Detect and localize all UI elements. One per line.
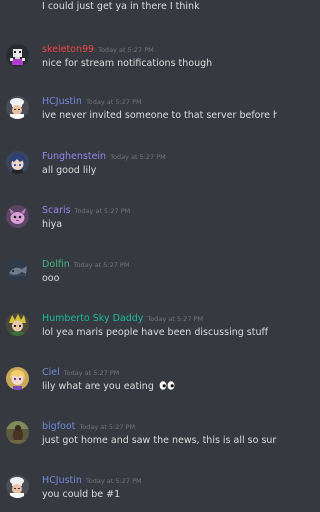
pink-creature-avatar[interactable] xyxy=(6,205,29,228)
message-group: Humberto Sky Daddy Today at 5:27 PM lol … xyxy=(0,313,277,359)
timestamp: Today at 5:27 PM xyxy=(63,369,120,377)
chef-avatar[interactable] xyxy=(6,475,29,498)
message-group: HCJustin Today at 5:27 PM you could be #… xyxy=(0,475,277,512)
message-text: just got home and saw the news, this is … xyxy=(42,435,277,446)
username[interactable]: Humberto Sky Daddy xyxy=(42,313,143,324)
timestamp: Today at 5:27 PM xyxy=(79,423,136,431)
message-text: nice for stream notifications though xyxy=(42,58,213,69)
anime-character-avatar[interactable] xyxy=(6,313,29,336)
anime-blue-hair-avatar[interactable] xyxy=(6,151,29,174)
message-text: ooo xyxy=(42,273,60,284)
username[interactable]: Dolfin xyxy=(42,259,70,270)
blonde-anime-avatar[interactable] xyxy=(6,367,29,390)
message-group: Ciel Today at 5:27 PM lily what are you … xyxy=(0,367,277,413)
chat-message-list[interactable]: I could just get ya in there I think ske… xyxy=(0,0,277,512)
message-group: HCJustin Today at 5:27 PM ive never invi… xyxy=(0,96,277,142)
username[interactable]: Scaris xyxy=(42,205,71,216)
message-group: Dolfin Today at 5:27 PM ooo xyxy=(0,259,277,305)
message-content: lily what are you eating xyxy=(42,381,175,392)
message-text: ive never invited someone to that server… xyxy=(42,110,277,121)
message-group: bigfoot Today at 5:27 PM just got home a… xyxy=(0,421,277,467)
message-text: all good lily xyxy=(42,165,97,176)
username[interactable]: Funghenstein xyxy=(42,151,106,162)
message-text: lol yea maris people have been discussin… xyxy=(42,327,269,338)
timestamp: Today at 5:27 PM xyxy=(85,477,142,485)
timestamp: Today at 5:27 PM xyxy=(85,98,142,106)
message-text: lily what are you eating xyxy=(42,381,154,392)
timestamp: Today at 5:27 PM xyxy=(110,153,166,161)
message-text: you could be #1 xyxy=(42,489,121,500)
message-group: Funghenstein Today at 5:27 PM all good l… xyxy=(0,151,277,197)
message-group: skeleton99 Today at 5:27 PM nice for str… xyxy=(0,44,277,90)
username[interactable]: bigfoot xyxy=(42,421,75,432)
timestamp: Today at 5:27 PM xyxy=(98,46,154,54)
message-text: I could just get ya in there I think xyxy=(42,1,200,12)
eyes-emoji-icon xyxy=(159,381,175,390)
bigfoot-avatar[interactable] xyxy=(6,421,29,444)
pixel-skeleton-avatar[interactable] xyxy=(6,44,29,67)
timestamp: Today at 5:27 PM xyxy=(147,315,204,323)
username[interactable]: HCJustin xyxy=(42,96,82,107)
chef-avatar[interactable] xyxy=(6,96,29,119)
timestamp: Today at 5:27 PM xyxy=(74,207,131,215)
timestamp: Today at 5:27 PM xyxy=(73,261,130,269)
username[interactable]: skeleton99 xyxy=(42,44,94,55)
message-text: hiya xyxy=(42,219,63,230)
username[interactable]: Ciel xyxy=(42,367,60,378)
username[interactable]: HCJustin xyxy=(42,475,82,486)
fish-avatar[interactable] xyxy=(6,259,29,282)
message-group: Scaris Today at 5:27 PM hiya xyxy=(0,205,277,251)
